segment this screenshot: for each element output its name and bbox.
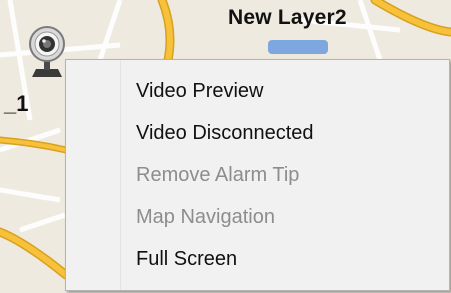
- webcam-icon[interactable]: [24, 22, 70, 80]
- menu-item-label: Video Disconnected: [136, 122, 314, 144]
- menu-item-full-screen[interactable]: Full Screen: [68, 241, 446, 277]
- menu-item-label: Full Screen: [136, 248, 238, 270]
- context-menu: Video Preview Video Disconnected Remove …: [65, 59, 450, 291]
- layer-title: New Layer2: [228, 6, 347, 29]
- menu-item-label: Video Preview: [136, 80, 264, 102]
- menu-item-label: Remove Alarm Tip: [136, 164, 300, 186]
- menu-item-map-navigation: Map Navigation: [68, 199, 446, 235]
- menu-item-remove-alarm-tip: Remove Alarm Tip: [68, 157, 446, 193]
- menu-item-video-preview[interactable]: Video Preview: [68, 73, 446, 109]
- menu-item-label: Map Navigation: [136, 206, 275, 228]
- menu-item-video-disconnected[interactable]: Video Disconnected: [68, 115, 446, 151]
- camera-label: _1: [4, 91, 29, 116]
